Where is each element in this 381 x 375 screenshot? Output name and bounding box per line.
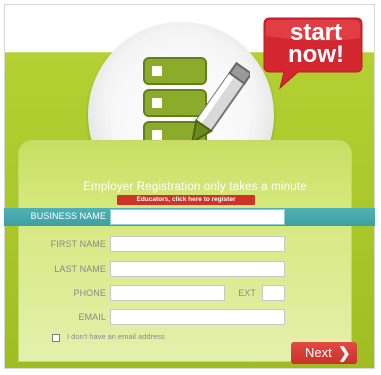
last-name-label: LAST NAME (54, 264, 106, 274)
start-now-text: start now! (274, 21, 358, 68)
business-name-label: BUSINESS NAME (30, 211, 106, 221)
first-name-label: FIRST NAME (50, 239, 106, 249)
ext-input[interactable] (262, 285, 285, 301)
educators-register-link[interactable]: Educators, click here to register (117, 195, 255, 205)
no-email-checkbox[interactable] (52, 334, 60, 342)
first-name-input[interactable] (110, 236, 285, 252)
phone-label: PHONE (73, 288, 106, 298)
chevron-right-icon: ❯ (338, 345, 351, 362)
next-label: Next (305, 345, 332, 360)
page-title: Employer Registration only takes a minut… (83, 181, 307, 193)
email-label: EMAIL (78, 312, 106, 322)
last-name-input[interactable] (110, 261, 285, 277)
email-input[interactable] (110, 309, 285, 325)
badge-line-2: now! (288, 41, 344, 68)
no-email-label: I don't have an email address (67, 332, 165, 341)
ext-label: EXT (238, 288, 256, 298)
business-name-input[interactable] (110, 209, 285, 225)
next-button[interactable]: Next ❯ (291, 342, 357, 364)
